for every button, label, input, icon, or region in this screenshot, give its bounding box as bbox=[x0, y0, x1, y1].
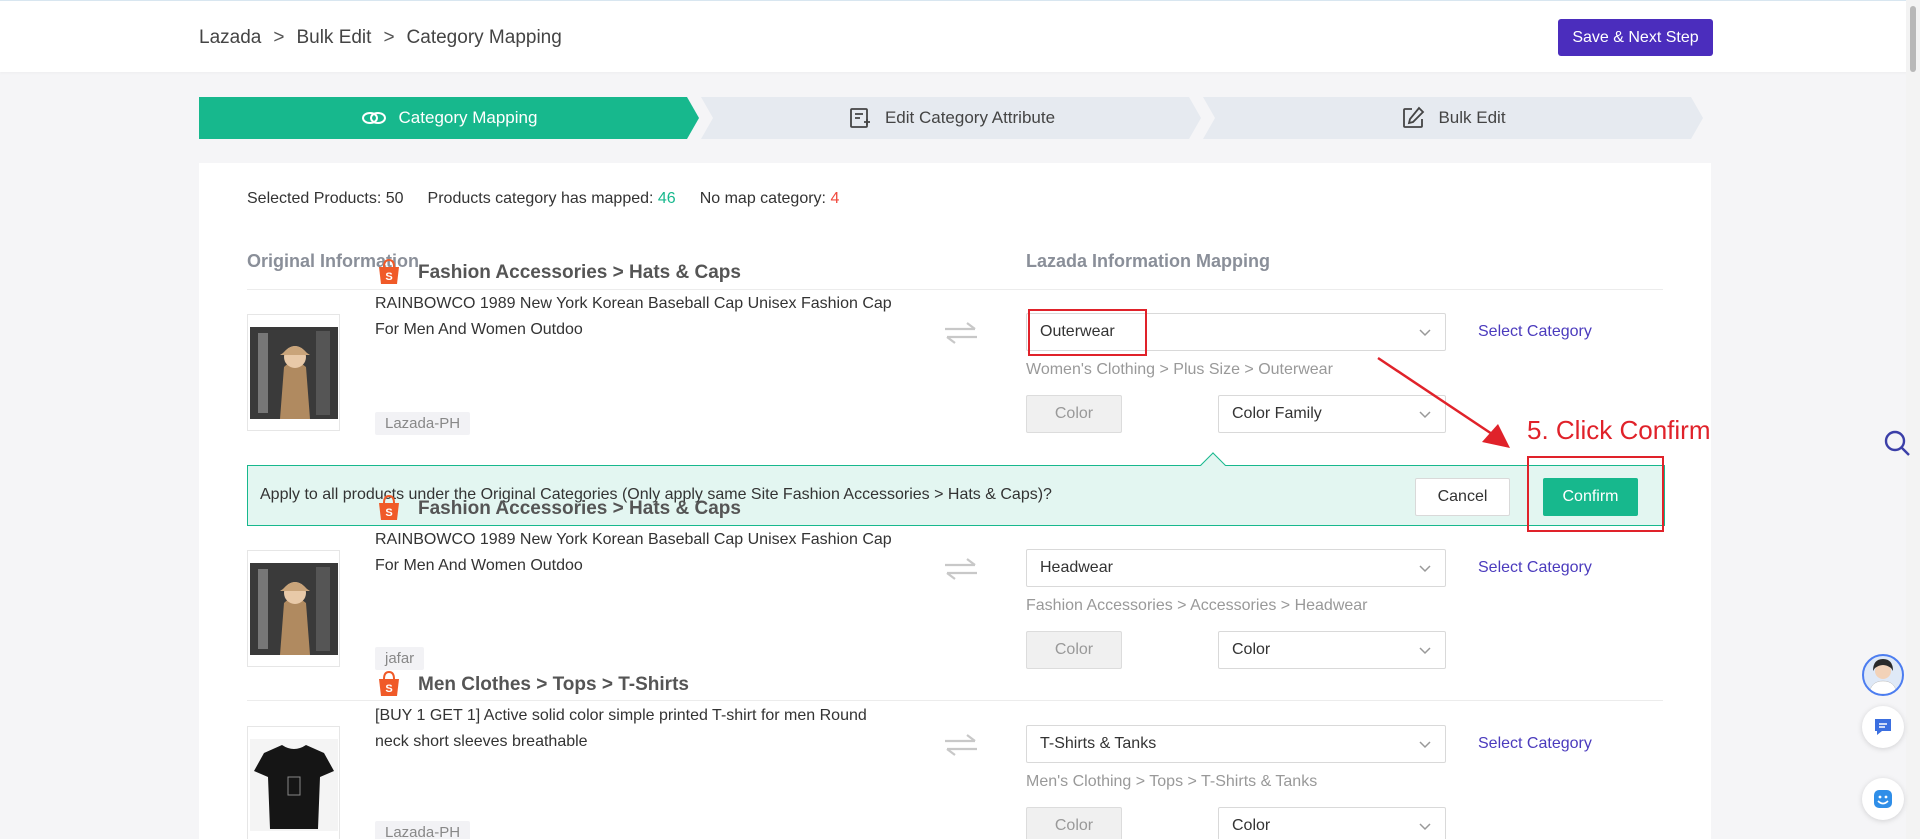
breadcrumb-separator: > bbox=[273, 27, 285, 48]
chevron-down-icon bbox=[1419, 647, 1431, 655]
site-tag: Lazada-PH bbox=[375, 412, 471, 435]
chevron-down-icon bbox=[1419, 329, 1431, 337]
scrollbar-thumb[interactable] bbox=[1910, 6, 1916, 72]
feedback-button[interactable] bbox=[1862, 778, 1904, 820]
popover-pointer bbox=[1200, 452, 1226, 478]
search-icon[interactable] bbox=[1882, 428, 1912, 458]
lazada-category-select[interactable]: T-Shirts & Tanks bbox=[1026, 725, 1446, 763]
step-label: Bulk Edit bbox=[1438, 108, 1506, 127]
shopee-icon: S bbox=[379, 494, 399, 520]
smile-icon bbox=[1874, 790, 1892, 808]
product-image[interactable] bbox=[247, 550, 340, 667]
chevron-down-icon bbox=[1419, 741, 1431, 749]
annotation-click-confirm: 5. Click Confirm bbox=[1527, 415, 1711, 445]
product-name: RAINBOWCO 1989 New York Korean Baseball … bbox=[375, 295, 892, 338]
nomap-count: 4 bbox=[830, 190, 840, 207]
breadcrumb-item-category-mapping: Category Mapping bbox=[406, 27, 562, 48]
annotation-highlight-outerwear bbox=[1028, 309, 1147, 356]
selected-color-attribute: Color bbox=[1232, 641, 1271, 658]
save-next-step-button[interactable]: Save & Next Step bbox=[1558, 19, 1713, 56]
shopee-icon: S bbox=[379, 258, 399, 284]
product-name: [BUY 1 GET 1] Active solid color simple … bbox=[375, 707, 867, 750]
product-photo-cap-woman bbox=[249, 326, 338, 419]
original-category: Men Clothes > Tops > T-Shirts bbox=[418, 674, 689, 695]
divider bbox=[247, 289, 1663, 290]
breadcrumb: Lazada > Bulk Edit > Category Mapping bbox=[199, 27, 562, 49]
mapping-summary: Selected Products: 50 Products category … bbox=[247, 190, 839, 208]
category-path: Men's Clothing > Tops > T-Shirts & Tanks bbox=[1026, 773, 1318, 790]
product-image[interactable] bbox=[247, 726, 340, 839]
select-category-link[interactable]: Select Category bbox=[1478, 559, 1592, 577]
product-photo-cap-woman bbox=[249, 562, 338, 655]
chevron-down-icon bbox=[1419, 823, 1431, 831]
selected-color-attribute: Color Family bbox=[1232, 405, 1322, 422]
nomap-count-text: No map category: 4 bbox=[700, 190, 840, 208]
breadcrumb-item-lazada[interactable]: Lazada bbox=[199, 27, 261, 49]
color-attribute-button[interactable]: Color bbox=[1026, 631, 1122, 669]
svg-text:S: S bbox=[385, 271, 392, 283]
svg-text:S: S bbox=[385, 683, 392, 695]
divider bbox=[247, 700, 1663, 701]
selected-products-count: Selected Products: 50 bbox=[247, 190, 404, 207]
breadcrumb-separator: > bbox=[383, 27, 395, 48]
step-label: Edit Category Attribute bbox=[884, 108, 1056, 127]
original-category: Fashion Accessories > Hats & Caps bbox=[418, 262, 741, 283]
original-category: Fashion Accessories > Hats & Caps bbox=[418, 498, 741, 519]
mapping-panel: Selected Products: 50 Products category … bbox=[199, 163, 1711, 839]
lazada-category-select[interactable]: Headwear bbox=[1026, 549, 1446, 587]
site-tag: jafar bbox=[375, 647, 425, 670]
color-select[interactable]: Color bbox=[1218, 807, 1446, 839]
product-image[interactable] bbox=[247, 314, 340, 431]
shopee-icon: S bbox=[379, 670, 399, 696]
annotation-arrow bbox=[1377, 356, 1510, 448]
swap-arrows-icon bbox=[945, 322, 977, 344]
top-bar: Lazada > Bulk Edit > Category Mapping Sa… bbox=[0, 0, 1920, 72]
color-select[interactable]: Color bbox=[1218, 631, 1446, 669]
lazada-mapping-heading: Lazada Information Mapping bbox=[1026, 251, 1271, 271]
select-category-link[interactable]: Select Category bbox=[1478, 323, 1592, 341]
step-progress: Category Mapping Edit Category Attribute… bbox=[199, 97, 1704, 139]
page-scrollbar[interactable] bbox=[1906, 0, 1920, 839]
breadcrumb-item-bulk-edit[interactable]: Bulk Edit bbox=[296, 27, 371, 49]
step-label: Category Mapping bbox=[398, 108, 538, 127]
color-attribute-button[interactable]: Color bbox=[1026, 395, 1122, 433]
nomap-label: No map category: bbox=[699, 190, 831, 207]
mapped-label: Products category has mapped: bbox=[427, 190, 658, 207]
step-category-mapping[interactable]: Category Mapping bbox=[199, 97, 699, 139]
edit-doc-icon bbox=[850, 108, 870, 128]
selected-category: Headwear bbox=[1040, 559, 1113, 576]
link-icon bbox=[361, 112, 386, 124]
swap-arrows-icon bbox=[945, 734, 977, 756]
site-tag: Lazada-PH bbox=[375, 821, 471, 839]
step-bulk-edit[interactable]: Bulk Edit bbox=[1203, 97, 1703, 139]
chat-button[interactable] bbox=[1862, 706, 1904, 748]
chevron-down-icon bbox=[1419, 565, 1431, 573]
support-avatar[interactable] bbox=[1862, 654, 1904, 696]
annotation-highlight-confirm bbox=[1527, 456, 1664, 532]
select-category-link[interactable]: Select Category bbox=[1478, 735, 1592, 753]
svg-text:S: S bbox=[385, 507, 392, 519]
step-edit-category-attribute[interactable]: Edit Category Attribute bbox=[701, 97, 1201, 139]
mapped-count-text: Products category has mapped: 46 bbox=[428, 190, 676, 208]
category-path: Women's Clothing > Plus Size > Outerwear bbox=[1026, 361, 1333, 378]
product-name: RAINBOWCO 1989 New York Korean Baseball … bbox=[375, 531, 892, 574]
selected-category: T-Shirts & Tanks bbox=[1040, 735, 1157, 752]
color-attribute-button[interactable]: Color bbox=[1026, 807, 1122, 839]
swap-arrows-icon bbox=[945, 558, 977, 580]
chat-icon bbox=[1875, 719, 1891, 735]
selected-color-attribute: Color bbox=[1232, 817, 1271, 834]
category-path: Fashion Accessories > Accessories > Head… bbox=[1026, 597, 1368, 614]
pencil-square-icon bbox=[1403, 106, 1425, 128]
avatar-icon bbox=[1868, 659, 1898, 694]
cancel-button[interactable]: Cancel bbox=[1415, 478, 1510, 516]
product-photo-tshirt bbox=[249, 738, 338, 831]
mapped-count: 46 bbox=[657, 190, 676, 207]
